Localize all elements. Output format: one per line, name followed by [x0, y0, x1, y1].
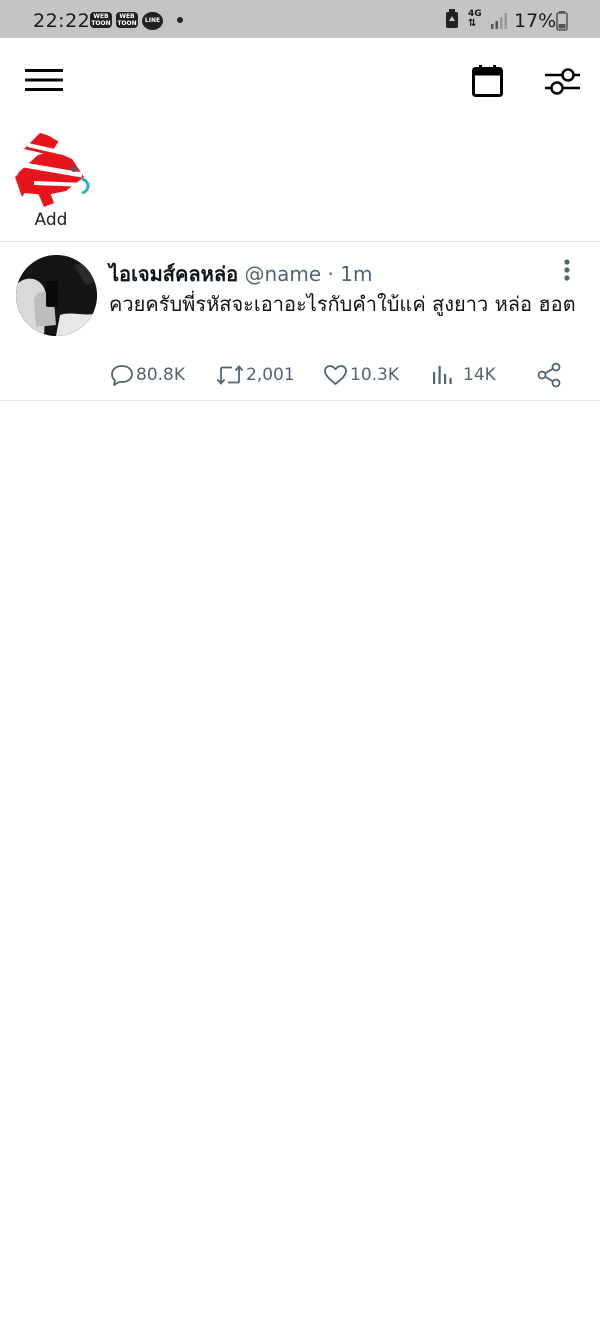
status-time: 22:22 — [33, 10, 91, 32]
add-story[interactable]: Add — [10, 125, 92, 233]
like-count: 10.3K — [350, 365, 399, 385]
display-name[interactable]: ไอเจมส์คลหล่อ — [109, 262, 238, 286]
webtoon-notification-icon: WEB TOON — [90, 12, 112, 28]
battery-percent: 17% — [514, 10, 557, 32]
share-icon[interactable] — [536, 360, 562, 390]
heart-icon — [324, 365, 347, 385]
view-count: 14K — [463, 365, 496, 385]
views-button[interactable]: 14K — [431, 360, 496, 390]
tweet[interactable]: ไอเจมส์คลหล่อ @name · 1m ควยครับพี่รหัสจ… — [0, 242, 600, 400]
reply-count: 80.8K — [136, 365, 185, 385]
views-icon — [433, 366, 452, 384]
retweet-button[interactable]: 2,001 — [216, 360, 295, 390]
handle[interactable]: @name — [244, 262, 321, 286]
calendar-icon[interactable] — [472, 65, 503, 97]
tweet-header: ไอเจมส์คลหล่อ @name · 1m — [109, 258, 372, 290]
more-options-icon[interactable] — [558, 258, 576, 282]
top-bar — [0, 38, 600, 124]
hamburger-icon[interactable] — [25, 68, 63, 92]
like-button[interactable]: 10.3K — [323, 360, 399, 390]
reply-icon — [111, 365, 133, 386]
signal-icon — [491, 13, 507, 29]
meta-separator: · — [327, 262, 334, 286]
sliders-icon[interactable] — [545, 66, 580, 96]
retweet-count: 2,001 — [246, 365, 295, 385]
network-type: 4G ⇅ — [468, 9, 482, 29]
webtoon-notification-icon-2: WEB TOON — [116, 12, 138, 28]
battery-saver-icon — [446, 9, 458, 28]
add-story-label: Add — [34, 210, 68, 230]
divider-2 — [0, 400, 600, 401]
avatar[interactable] — [16, 255, 97, 336]
tweet-actions: 80.8K 2,001 10.3K 14K — [0, 360, 600, 390]
retweet-icon — [216, 365, 244, 385]
line-notification-icon: LINE — [142, 12, 163, 30]
tweet-time: 1m — [340, 262, 373, 286]
story-thumbnail — [15, 127, 90, 207]
more-notifications-dot — [177, 17, 183, 23]
avatar-image — [16, 255, 97, 336]
tweet-text: ควยครับพี่รหัสจะเอาอะไรกับคำใบ้แค่ สูงยา… — [109, 292, 576, 316]
status-bar: 22:22 WEB TOON WEB TOON LINE 4G ⇅ 17% — [0, 0, 600, 38]
battery-icon — [556, 11, 568, 31]
reply-button[interactable]: 80.8K — [110, 360, 185, 390]
